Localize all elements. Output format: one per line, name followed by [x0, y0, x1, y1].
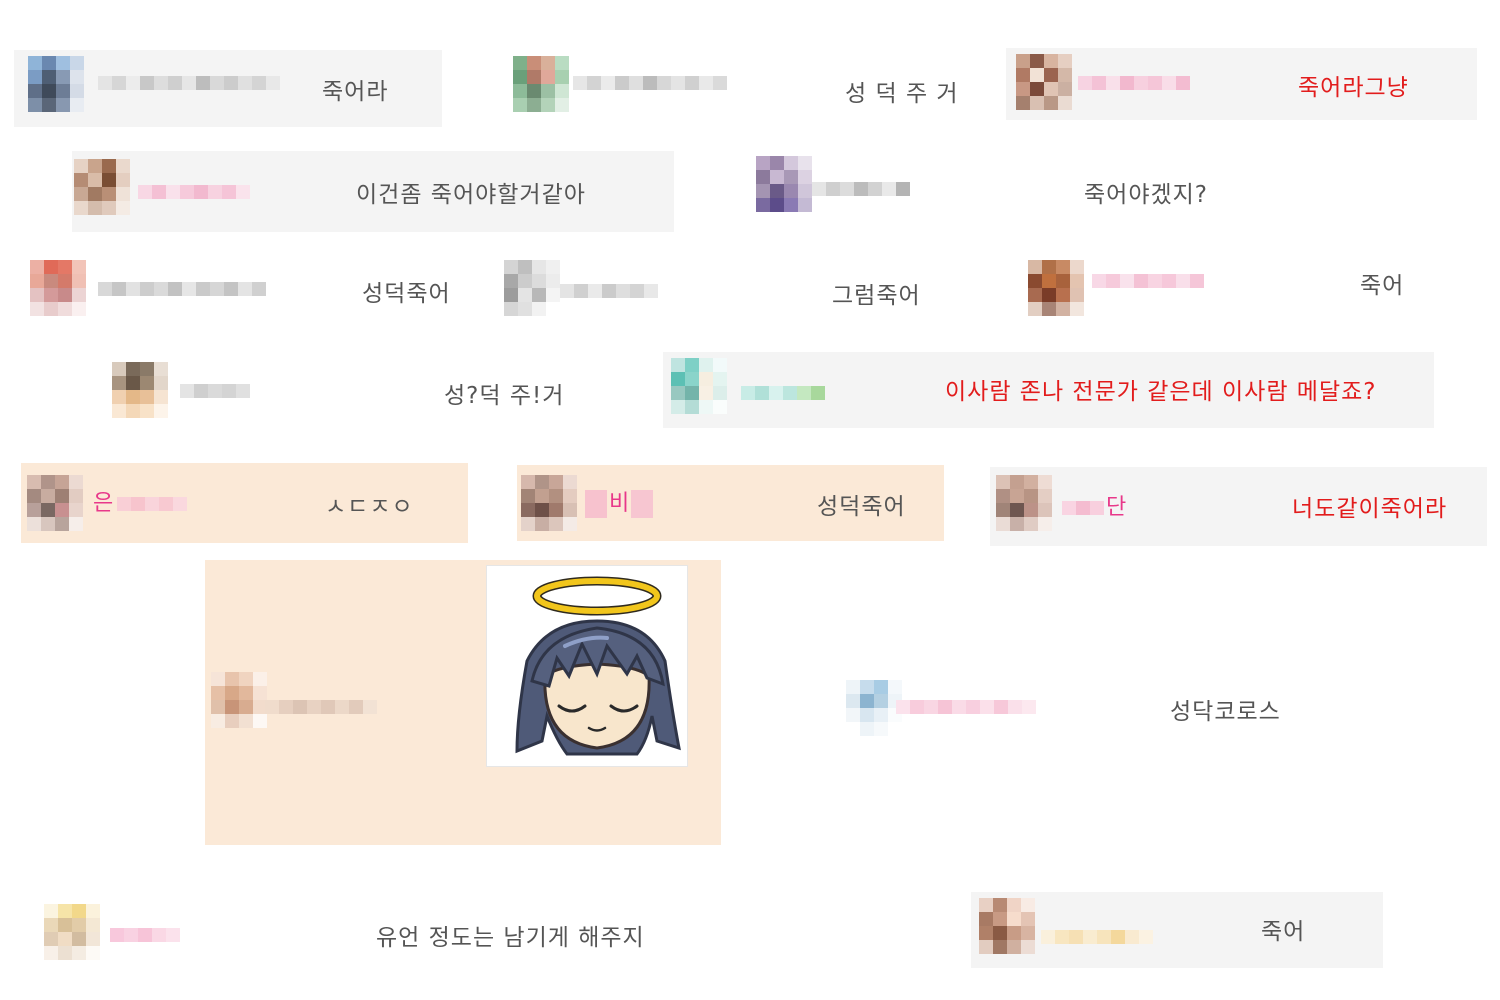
nickname: 단 [1062, 495, 1126, 521]
nickname-blurred [1041, 924, 1153, 950]
message-text: 죽어라그냥 [1298, 75, 1409, 101]
nickname-blurred [110, 922, 180, 948]
nickname-blurred [812, 176, 910, 202]
message-text: 그럼죽어 [832, 283, 921, 309]
chat-bubble: 성?덕 주!거 [104, 356, 584, 426]
message-text: ㅅㄷㅈㅇ [325, 494, 414, 520]
nickname-blurred [98, 70, 280, 96]
avatar[interactable] [1028, 260, 1084, 316]
avatar[interactable] [27, 475, 83, 531]
message-text: 죽어 [1360, 273, 1405, 299]
chat-bubble: 죽어라그냥 [1006, 48, 1477, 120]
nickname-fragment: 비 [609, 491, 630, 516]
chat-bubble: 그럼죽어 [498, 254, 978, 324]
angel-sticker-graphic [515, 576, 681, 756]
chat-bubble: 유언 정도는 남기게 해주지 [40, 898, 700, 968]
message-text: 죽어라 [322, 79, 389, 105]
message-text: 성덕죽어 [362, 281, 451, 307]
message-text: 죽어 [1261, 919, 1306, 945]
avatar[interactable] [504, 260, 560, 316]
nickname-blurred [560, 278, 658, 304]
avatar[interactable] [28, 56, 84, 112]
nickname-blurred [896, 694, 1036, 720]
nickname-fragment: 은 [93, 491, 114, 516]
avatar[interactable] [521, 475, 577, 531]
nickname-blurred [1078, 70, 1190, 96]
avatar[interactable] [979, 898, 1035, 954]
message-text: 성닥코로스 [1170, 699, 1281, 725]
avatar[interactable] [112, 362, 168, 418]
nickname-blurred [98, 276, 266, 302]
avatar[interactable] [74, 159, 130, 215]
nickname-blurred [138, 179, 250, 205]
avatar[interactable] [1016, 54, 1072, 110]
chat-bubble: 죽어 [971, 892, 1383, 968]
avatar[interactable] [846, 680, 902, 736]
chat-bubble: 이사람 존나 전문가 같은데 이사람 메달죠? [663, 352, 1434, 428]
chat-bubble: 비 성덕죽어 [517, 465, 944, 541]
chat-bubble: 은 ㅅㄷㅈㅇ [21, 463, 468, 543]
message-text: 성덕죽어 [817, 494, 906, 520]
message-text: 이사람 존나 전문가 같은데 이사람 메달죠? [945, 379, 1377, 405]
chat-bubble: 죽어라 [14, 50, 442, 127]
message-text: 죽어야겠지? [1084, 182, 1209, 208]
chat-bubble: 죽어야겠지? [750, 151, 1250, 226]
nickname-blurred [573, 70, 727, 96]
nickname-blurred [265, 694, 377, 720]
nickname-fragment: 단 [1106, 495, 1127, 520]
avatar[interactable] [756, 156, 812, 212]
chat-bubble: 죽어 [1022, 254, 1492, 324]
chat-bubble: 성 덕 주 거 [505, 50, 985, 127]
avatar[interactable] [996, 475, 1052, 531]
chat-bubble: 단 너도같이죽어라 [990, 467, 1487, 546]
nickname-blurred [180, 378, 250, 404]
chat-bubble: 이건좀 죽어야할거같아 [72, 151, 674, 232]
avatar[interactable] [513, 56, 569, 112]
avatar[interactable] [30, 260, 86, 316]
nickname-blurred [1092, 268, 1204, 294]
avatar[interactable] [671, 358, 727, 414]
nickname: 은 [93, 491, 188, 517]
message-text: 이건좀 죽어야할거같아 [356, 182, 586, 208]
avatar[interactable] [44, 904, 100, 960]
message-text: 너도같이죽어라 [1292, 496, 1448, 522]
message-text: 성 덕 주 거 [845, 81, 959, 107]
chat-bubble: 성덕죽어 [20, 254, 480, 324]
message-text: 유언 정도는 남기게 해주지 [376, 925, 645, 951]
message-text: 성?덕 주!거 [444, 383, 565, 409]
nickname: 비 [585, 490, 654, 518]
nickname-blurred [741, 380, 825, 406]
chat-bubble: 성닥코로스 [840, 672, 1360, 742]
avatar[interactable] [211, 672, 267, 728]
angel-halo-sticker-icon[interactable] [486, 565, 688, 767]
